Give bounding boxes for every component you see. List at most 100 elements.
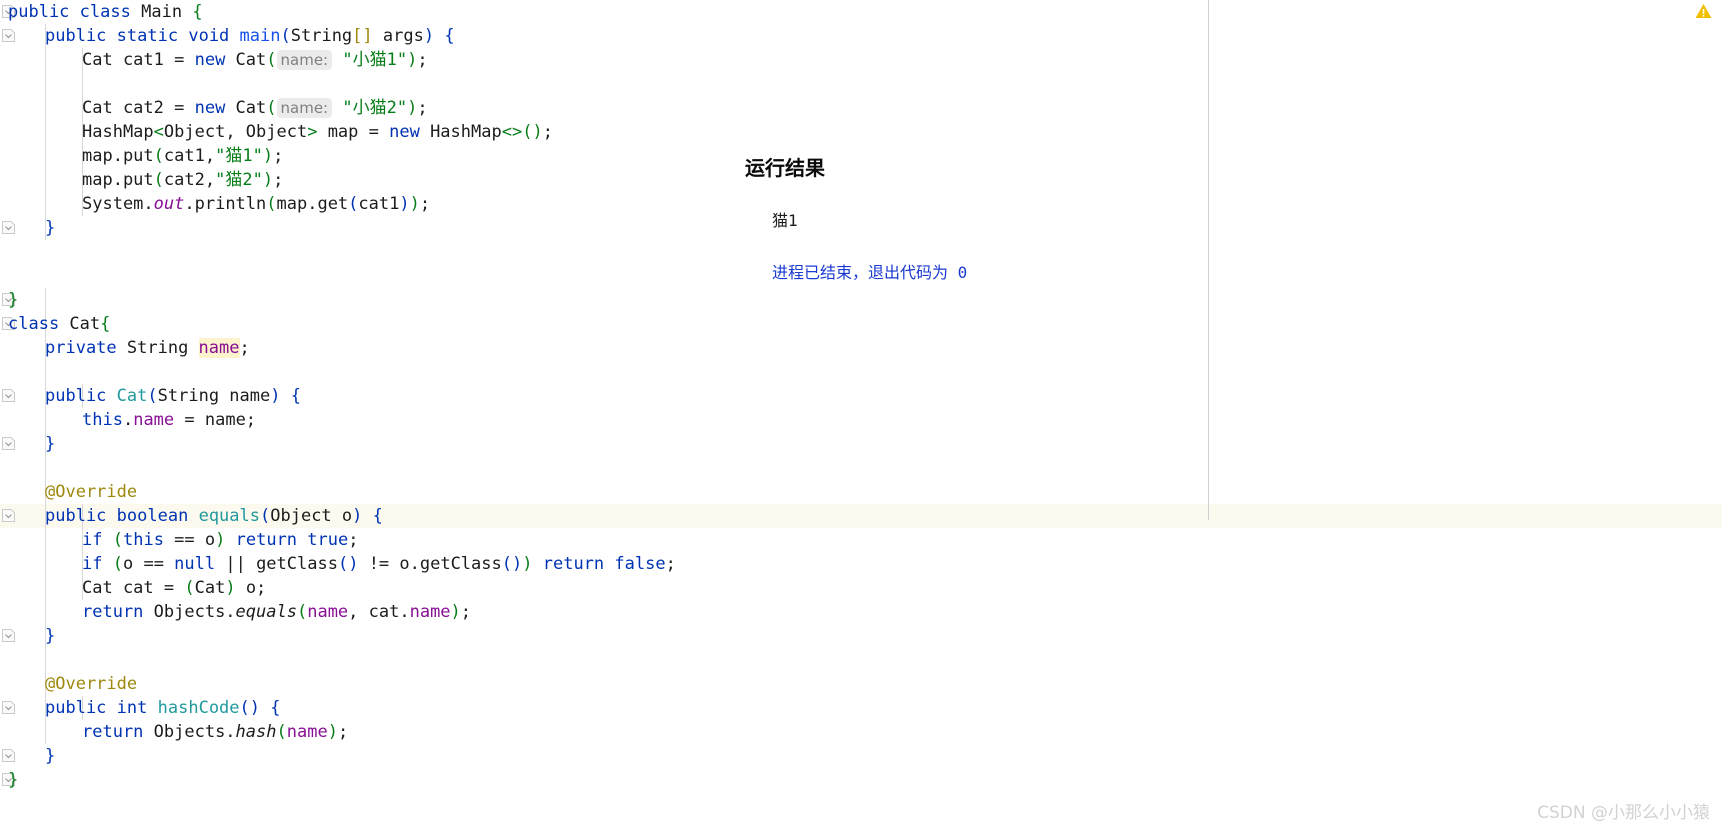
code-token: ) [423, 26, 435, 46]
code-line[interactable]: HashMap<Object, Object> map = new HashMa… [82, 120, 553, 144]
code-line[interactable]: map.put(cat2,"猫2"); [82, 168, 283, 192]
code-token: args [372, 26, 424, 46]
code-token: ( [260, 506, 271, 526]
code-token: "猫1" [215, 146, 263, 166]
code-token: } [45, 218, 56, 238]
code-token: Objects. [143, 722, 236, 742]
fold-gutter[interactable] [0, 0, 24, 831]
code-token: this [82, 410, 123, 430]
code-token: Cat [59, 314, 101, 334]
code-token: ( [522, 122, 533, 142]
code-token: private [45, 338, 117, 358]
code-token: ; [417, 98, 428, 118]
code-token: new [194, 98, 226, 118]
code-token: new [194, 50, 226, 70]
fold-arrow-icon[interactable] [2, 29, 15, 42]
code-token: ( [112, 554, 123, 574]
code-token: HashMap [82, 122, 154, 142]
fold-arrow-icon[interactable] [2, 437, 15, 450]
fold-arrow-icon[interactable] [2, 749, 15, 762]
code-line[interactable]: public static void main(String[] args) { [45, 24, 455, 48]
code-token: { [192, 2, 203, 22]
code-token: if [82, 554, 103, 574]
code-line[interactable]: } [45, 432, 55, 456]
code-token: ; [337, 722, 349, 742]
code-line[interactable]: public boolean equals(Object o) { [45, 504, 383, 528]
code-token: ) [270, 386, 281, 406]
code-token: name [307, 602, 349, 622]
code-token: Cat [225, 50, 267, 70]
code-token: false [614, 554, 666, 574]
fold-arrow-icon[interactable] [2, 509, 15, 522]
fold-arrow-icon[interactable] [2, 629, 15, 642]
code-token: ( [266, 194, 277, 214]
code-token: @Override [45, 674, 138, 694]
code-line[interactable]: return Objects.equals(name, cat.name); [82, 600, 471, 624]
code-token: map.get [276, 194, 349, 214]
code-line[interactable]: class Cat{ [8, 312, 110, 336]
code-line[interactable]: this.name = name; [82, 408, 256, 432]
code-line[interactable]: map.put(cat1,"猫1"); [82, 144, 283, 168]
code-token: name: [276, 50, 333, 70]
code-line[interactable]: public int hashCode() { [45, 696, 281, 720]
fold-arrow-icon[interactable] [2, 701, 15, 714]
code-token: public [45, 506, 107, 526]
code-token: ) [215, 530, 226, 550]
code-line[interactable]: @Override [45, 480, 137, 504]
code-line[interactable]: @Override [45, 672, 137, 696]
code-line[interactable]: } [45, 624, 55, 648]
code-line[interactable]: return Objects.hash(name); [82, 720, 348, 744]
code-line[interactable]: Cat cat = (Cat) o; [82, 576, 266, 600]
code-line[interactable]: System.out.println(map.get(cat1)); [82, 192, 430, 216]
fold-arrow-icon[interactable] [2, 389, 15, 402]
code-line[interactable]: if (this == o) return true; [82, 528, 359, 552]
code-token: ; [417, 50, 428, 70]
code-line[interactable]: } [45, 216, 55, 240]
code-token: Cat [116, 386, 148, 406]
indent-guide-line [45, 24, 46, 240]
code-line[interactable]: } [45, 744, 55, 768]
code-line[interactable]: } [8, 288, 18, 312]
code-line[interactable]: Cat cat1 = new Cat(name: "小猫1"); [82, 48, 428, 72]
code-line[interactable]: private String name; [45, 336, 250, 360]
code-token: hashCode [157, 698, 240, 718]
code-line[interactable]: } [8, 768, 18, 792]
code-token: { [290, 386, 301, 406]
code-token: new [389, 122, 420, 142]
code-token: ; [419, 194, 431, 214]
code-token: ) [407, 50, 418, 70]
code-token: ) [249, 698, 261, 718]
code-token: ; [239, 338, 250, 358]
code-token: ( [184, 578, 195, 598]
code-token: String name [157, 386, 271, 406]
code-line[interactable]: public Cat(String name) { [45, 384, 301, 408]
warning-triangle-icon[interactable] [1695, 3, 1712, 19]
code-token: { [372, 506, 383, 526]
code-token: ( [276, 722, 287, 742]
code-token: ( [147, 386, 158, 406]
code-token: ( [239, 698, 250, 718]
code-token: ( [153, 146, 164, 166]
code-editor[interactable]: public class Main {public static void ma… [0, 0, 1722, 831]
code-token: ( [501, 554, 512, 574]
code-token: } [45, 746, 56, 766]
code-token: cat1 [358, 194, 400, 214]
code-token: "小猫2" [342, 98, 408, 118]
code-token: { [100, 314, 111, 334]
code-line[interactable]: Cat cat2 = new Cat(name: "小猫2"); [82, 96, 428, 120]
fold-arrow-icon[interactable] [2, 221, 15, 234]
code-token: name [133, 410, 175, 430]
code-token: .println [184, 194, 267, 214]
code-line[interactable]: public class Main { [8, 0, 203, 24]
code-token: < [153, 122, 164, 142]
code-line[interactable]: if (o == null || getClass() != o.getClas… [82, 552, 676, 576]
